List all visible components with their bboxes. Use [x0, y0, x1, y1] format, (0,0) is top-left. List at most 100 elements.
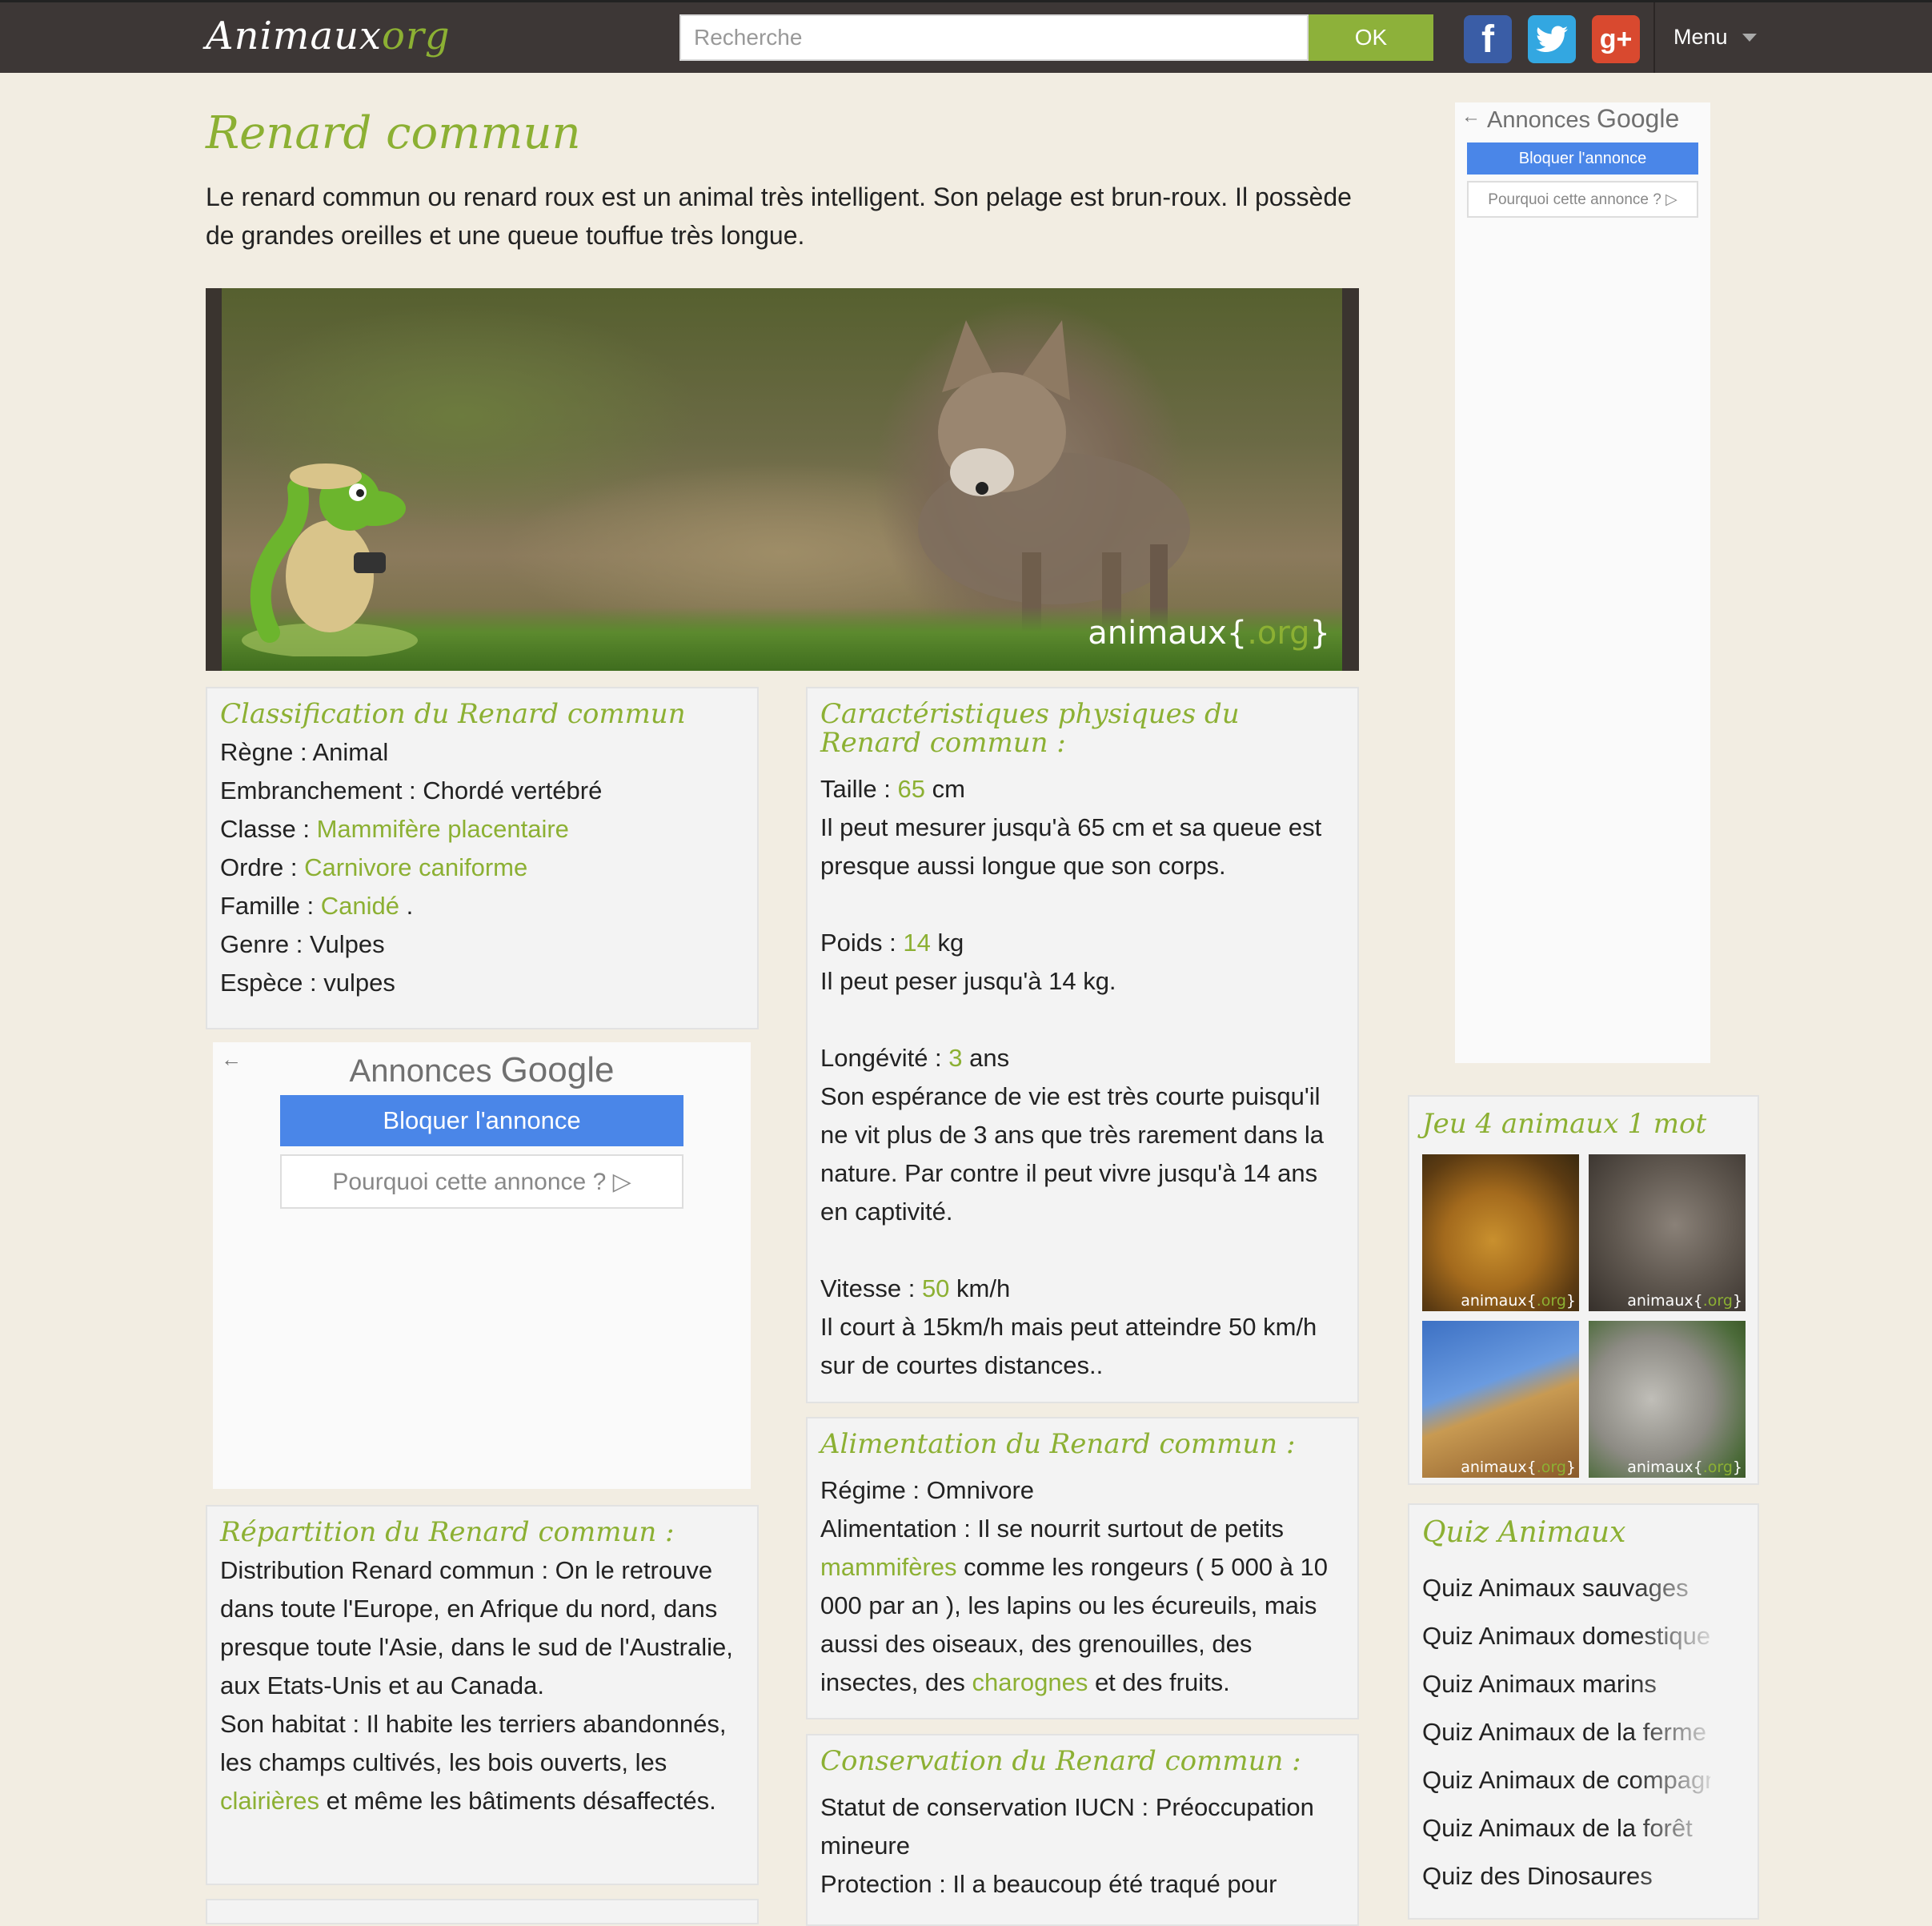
- thumb-watermark: animaux{.org}: [1461, 1292, 1576, 1310]
- lion-photo[interactable]: animaux{.org}: [1422, 1154, 1579, 1311]
- why-this-ad-button[interactable]: Pourquoi cette annonce ? ▷: [280, 1154, 683, 1209]
- poids-label: Poids :: [820, 929, 904, 957]
- block-ad-button[interactable]: Bloquer l'annonce: [280, 1095, 683, 1146]
- mammiferes-link[interactable]: mammifères: [820, 1553, 957, 1581]
- thumb-watermark: animaux{.org}: [1627, 1292, 1742, 1310]
- quiz-link[interactable]: Quiz Animaux sauvages: [1422, 1564, 1710, 1612]
- habitat-after: et même les bâtiments désaffectés.: [319, 1787, 716, 1815]
- vitesse-label: Vitesse :: [820, 1274, 922, 1302]
- classification-box: Classification du Renard commun Règne : …: [206, 687, 759, 1029]
- watermark-brace: }: [1309, 615, 1330, 652]
- poids-value: 14: [903, 929, 931, 957]
- logo-main-text: Animaux: [206, 14, 383, 58]
- espece-value: vulpes: [323, 969, 395, 997]
- ad-brand-prefix: Annonces: [349, 1053, 501, 1089]
- habitat-text: Son habitat : Il habite les terriers aba…: [220, 1705, 744, 1820]
- back-arrow-icon[interactable]: ←: [1461, 106, 1481, 128]
- row-espece: Espèce : vulpes: [220, 964, 744, 1002]
- thumb-watermark: animaux{.org}: [1461, 1459, 1576, 1476]
- watermark-org-text: .org: [1247, 615, 1310, 652]
- physical-characteristics-box: Caractéristiques physiques du Renard com…: [806, 687, 1359, 1403]
- regne-value: Animal: [312, 738, 389, 766]
- classe-link[interactable]: Mammifère placentaire: [317, 815, 569, 843]
- menu-label: Menu: [1673, 25, 1728, 49]
- google-ad-side: ← Annonces Google Bloquer l'annonce Pour…: [1455, 102, 1710, 1063]
- poids-unit: kg: [930, 929, 964, 957]
- quiz-link[interactable]: Quiz Animaux marins: [1422, 1660, 1710, 1708]
- site-logo[interactable]: Animauxorg: [206, 14, 451, 58]
- watermark-text: animaux{: [1088, 615, 1248, 652]
- quiz-title: Quiz Animaux: [1422, 1516, 1626, 1549]
- clairieres-link[interactable]: clairières: [220, 1787, 319, 1815]
- row-ordre: Ordre : Carnivore caniforme: [220, 849, 744, 887]
- regne-label: Règne :: [220, 738, 313, 766]
- taille-row: Taille : 65 cm: [820, 770, 1345, 809]
- elephant-photo[interactable]: animaux{.org}: [1589, 1154, 1746, 1311]
- genre-label: Genre :: [220, 930, 310, 958]
- menu-button[interactable]: Menu: [1673, 25, 1757, 50]
- hero-watermark: animaux{.org}: [1088, 615, 1330, 652]
- rhino-photo[interactable]: animaux{.org}: [1589, 1321, 1746, 1478]
- google-logo-text: Google: [1597, 104, 1680, 133]
- alimentation-after: et des fruits.: [1088, 1668, 1230, 1696]
- lizard-mascot-icon: [242, 463, 418, 656]
- repartition-title: Répartition du Renard commun :: [220, 1516, 675, 1548]
- search-input[interactable]: [679, 14, 1309, 61]
- block-ad-button[interactable]: Bloquer l'annonce: [1467, 142, 1698, 175]
- row-classe: Classe : Mammifère placentaire: [220, 810, 744, 849]
- twitter-icon[interactable]: [1528, 15, 1576, 63]
- quiz-link[interactable]: Quiz Animaux de la ferme: [1422, 1708, 1710, 1756]
- search-form: OK: [679, 14, 1433, 61]
- repartition-box: Répartition du Renard commun : Distribut…: [206, 1505, 759, 1885]
- page-title: Renard commun: [206, 107, 581, 159]
- facebook-icon[interactable]: f: [1464, 15, 1512, 63]
- thumb-watermark: animaux{.org}: [1627, 1459, 1742, 1476]
- row-genre: Genre : Vulpes: [220, 925, 744, 964]
- poids-row: Poids : 14 kg: [820, 924, 1345, 962]
- conservation-title: Conservation du Renard commun :: [820, 1745, 1301, 1777]
- quiz-animals-box: Quiz Animaux Quiz Animaux sauvages Quiz …: [1408, 1503, 1759, 1920]
- quiz-link[interactable]: Quiz Animaux de la forêt: [1422, 1804, 1710, 1852]
- top-navigation-bar: Animauxorg OK f g+ Menu: [0, 0, 1932, 73]
- distribution-text: Distribution Renard commun : On le retro…: [220, 1556, 733, 1699]
- iucn-status-text: Statut de conservation IUCN : Préoccupat…: [820, 1793, 1314, 1860]
- logo-suffix-text: org: [382, 14, 451, 58]
- charognes-link[interactable]: charognes: [972, 1668, 1088, 1696]
- classe-label: Classe :: [220, 815, 317, 843]
- feeding-box: Alimentation du Renard commun : Régime :…: [806, 1417, 1359, 1719]
- longevite-unit: ans: [962, 1044, 1010, 1072]
- ad-brand: Annonces Google: [213, 1050, 751, 1090]
- longevite-value: 3: [948, 1044, 963, 1072]
- alimentation-text: Alimentation : Il se nourrit surtout de …: [820, 1510, 1345, 1702]
- longevite-label: Longévité :: [820, 1044, 949, 1072]
- protection-text: Protection : Il a beaucoup été traqué po…: [820, 1870, 1277, 1898]
- ad-brand: Annonces Google: [1487, 104, 1679, 134]
- giraffe-photo[interactable]: animaux{.org}: [1422, 1321, 1579, 1478]
- twitter-bird-icon: [1536, 26, 1568, 52]
- ordre-link[interactable]: Carnivore caniforme: [304, 853, 527, 881]
- game-4-animals-box: Jeu 4 animaux 1 mot animaux{.org} animau…: [1408, 1095, 1759, 1485]
- game-title: Jeu 4 animaux 1 mot: [1422, 1108, 1707, 1140]
- quiz-link[interactable]: Quiz Animaux domestiques: [1422, 1612, 1710, 1660]
- ordre-label: Ordre :: [220, 853, 305, 881]
- google-plus-icon[interactable]: g+: [1592, 15, 1640, 63]
- regime-text: Régime : Omnivore: [820, 1476, 1035, 1504]
- longevite-description: Son espérance de vie est très courte pui…: [820, 1082, 1324, 1226]
- why-this-ad-button[interactable]: Pourquoi cette annonce ? ▷: [1467, 181, 1698, 218]
- quiz-link[interactable]: Quiz des Dinosaures: [1422, 1852, 1710, 1900]
- famille-label: Famille :: [220, 892, 321, 920]
- row-famille: Famille : Canidé .: [220, 887, 744, 925]
- quiz-list: Quiz Animaux sauvages Quiz Animaux domes…: [1422, 1564, 1710, 1900]
- famille-link[interactable]: Canidé: [321, 892, 399, 920]
- quiz-link[interactable]: Quiz Animaux de compagnie: [1422, 1756, 1710, 1804]
- hero-image-fox: animaux{.org}: [206, 288, 1359, 671]
- menu-divider: [1653, 2, 1655, 73]
- ad-brand-prefix: Annonces: [1487, 107, 1597, 133]
- embranchement-label: Embranchement :: [220, 776, 423, 805]
- chevron-down-icon: [1742, 33, 1757, 42]
- intro-paragraph: Le renard commun ou renard roux est un a…: [206, 183, 1352, 250]
- search-submit-button[interactable]: OK: [1309, 14, 1433, 61]
- espece-label: Espèce :: [220, 969, 324, 997]
- longevite-row: Longévité : 3 ans: [820, 1039, 1345, 1077]
- vitesse-row: Vitesse : 50 km/h: [820, 1270, 1345, 1308]
